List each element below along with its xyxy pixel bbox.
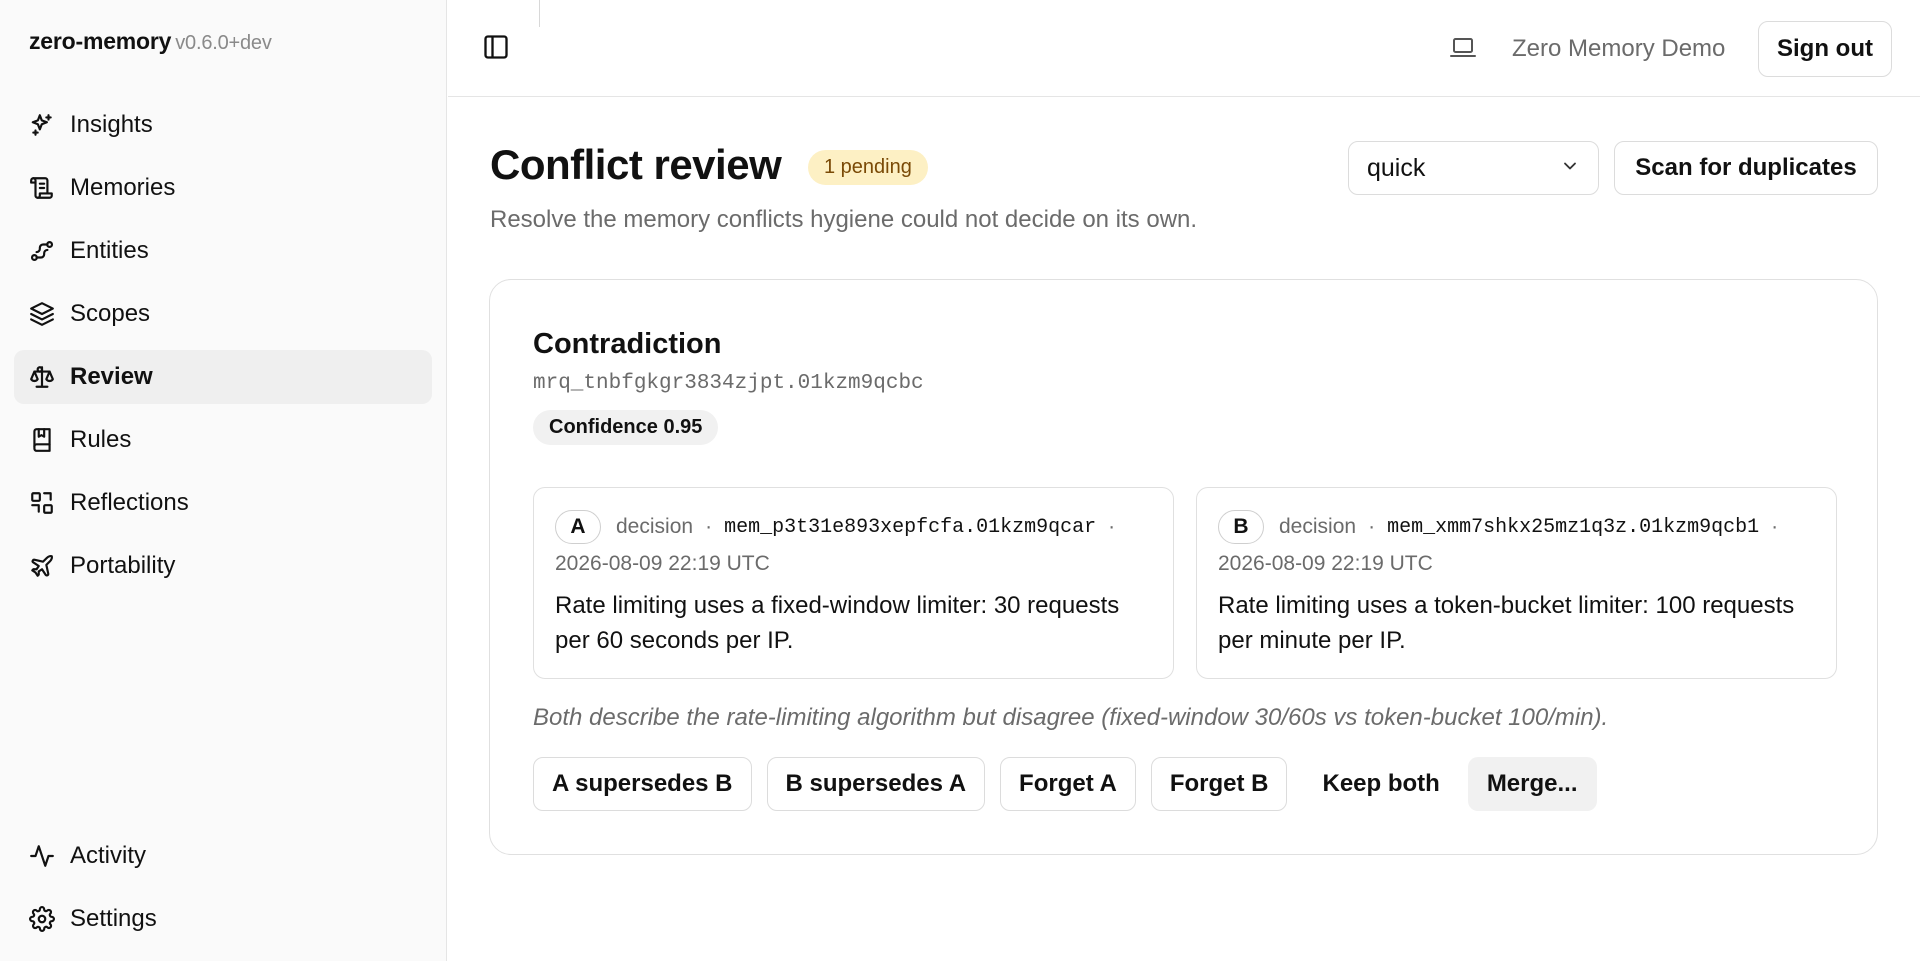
sidebar-item-label: Review bbox=[70, 363, 153, 390]
resolution-actions: A supersedes B B supersedes A Forget A F… bbox=[533, 757, 1612, 811]
sidebar: zero-memory v0.6.0+dev Insights Memories … bbox=[0, 0, 447, 961]
gear-icon bbox=[29, 906, 55, 932]
conflict-rationale: Both describe the rate-limiting algorith… bbox=[533, 704, 1609, 731]
separator-dot: · bbox=[705, 515, 713, 538]
memory-b-header: B decision · mem_xmm7shkx25mz1q3z.01kzm9… bbox=[1218, 510, 1790, 544]
sidebar-item-review[interactable]: Review bbox=[14, 350, 432, 404]
layers-icon bbox=[29, 301, 55, 327]
memory-timestamp: 2026-08-09 22:19 UTC bbox=[1218, 552, 1433, 575]
sidebar-bottom-nav: Activity Settings bbox=[14, 829, 432, 955]
conflict-id: mrq_tnbfgkgr3834zjpt.01kzm9qcbc bbox=[533, 372, 924, 395]
tenant-name: Zero Memory Demo bbox=[1512, 35, 1726, 62]
forget-a-button[interactable]: Forget A bbox=[1000, 757, 1136, 811]
top-bar: Zero Memory Demo Sign out bbox=[448, 0, 1920, 97]
memory-timestamp: 2026-08-09 22:19 UTC bbox=[555, 552, 770, 575]
separator-dot: · bbox=[1108, 515, 1116, 538]
sidebar-item-label: Memories bbox=[70, 174, 176, 201]
sidebar-item-reflections[interactable]: Reflections bbox=[14, 476, 432, 530]
sidebar-item-label: Rules bbox=[70, 426, 132, 453]
separator-dot: · bbox=[1771, 515, 1779, 538]
sidebar-item-rules[interactable]: Rules bbox=[14, 413, 432, 467]
memory-a-card: A decision · mem_p3t31e893xepfcfa.01kzm9… bbox=[533, 487, 1174, 679]
sidebar-item-label: Insights bbox=[70, 111, 153, 138]
sidebar-item-activity[interactable]: Activity bbox=[14, 829, 432, 883]
sidebar-item-label: Entities bbox=[70, 237, 149, 264]
memory-type: decision bbox=[1279, 515, 1357, 538]
memory-b-card: B decision · mem_xmm7shkx25mz1q3z.01kzm9… bbox=[1196, 487, 1837, 679]
app-name: zero-memory bbox=[29, 28, 172, 54]
conflict-kind: Contradiction bbox=[533, 328, 722, 360]
sidebar-item-label: Reflections bbox=[70, 489, 189, 516]
sidebar-toggle-icon[interactable] bbox=[482, 33, 510, 61]
mode-select-value: quick bbox=[1367, 153, 1426, 182]
page-subtitle: Resolve the memory conflicts hygiene cou… bbox=[490, 206, 1198, 233]
separator-dot: · bbox=[1368, 515, 1376, 538]
sparkles-icon bbox=[29, 112, 55, 138]
merge-button[interactable]: Merge... bbox=[1467, 757, 1597, 811]
sidebar-item-entities[interactable]: Entities bbox=[14, 224, 432, 278]
memory-a-header: A decision · mem_p3t31e893xepfcfa.01kzm9… bbox=[555, 510, 1127, 544]
memory-type: decision bbox=[616, 515, 694, 538]
sidebar-item-insights[interactable]: Insights bbox=[14, 98, 432, 152]
sidebar-nav: Insights Memories Entities Scopes Review bbox=[14, 98, 432, 602]
sidebar-item-memories[interactable]: Memories bbox=[14, 161, 432, 215]
laptop-icon bbox=[1449, 36, 1477, 60]
scroll-icon bbox=[29, 175, 55, 201]
b-supersedes-a-button[interactable]: B supersedes A bbox=[766, 757, 986, 811]
sidebar-item-label: Activity bbox=[70, 842, 147, 869]
sign-out-button[interactable]: Sign out bbox=[1758, 21, 1892, 77]
page-title: Conflict review bbox=[490, 141, 782, 188]
scan-duplicates-button[interactable]: Scan for duplicates bbox=[1614, 141, 1878, 195]
memory-id[interactable]: mem_xmm7shkx25mz1q3z.01kzm9qcb1 bbox=[1387, 516, 1759, 539]
sidebar-item-portability[interactable]: Portability bbox=[14, 539, 432, 593]
memory-text: Rate limiting uses a fixed-window limite… bbox=[555, 592, 1120, 654]
chevron-down-icon bbox=[1560, 154, 1580, 183]
plane-icon bbox=[29, 553, 55, 579]
sidebar-item-label: Portability bbox=[70, 552, 176, 579]
sidebar-item-label: Settings bbox=[70, 905, 157, 932]
sidebar-item-label: Scopes bbox=[70, 300, 151, 327]
memory-id[interactable]: mem_p3t31e893xepfcfa.01kzm9qcar bbox=[724, 516, 1096, 539]
sidebar-item-settings[interactable]: Settings bbox=[14, 892, 432, 946]
memory-text: Rate limiting uses a token-bucket limite… bbox=[1218, 592, 1795, 654]
sidebar-item-scopes[interactable]: Scopes bbox=[14, 287, 432, 341]
conflict-card: Contradiction mrq_tnbfgkgr3834zjpt.01kzm… bbox=[489, 279, 1878, 855]
top-divider bbox=[539, 0, 540, 27]
confidence-badge: Confidence 0.95 bbox=[533, 410, 719, 445]
forget-b-button[interactable]: Forget B bbox=[1150, 757, 1288, 811]
activity-icon bbox=[29, 843, 55, 869]
book-icon bbox=[29, 427, 55, 453]
app-brand[interactable]: zero-memory v0.6.0+dev bbox=[29, 28, 272, 55]
memory-letter-badge: A bbox=[555, 510, 601, 544]
network-icon bbox=[29, 238, 55, 264]
mode-select[interactable]: quick bbox=[1348, 141, 1599, 195]
memory-letter-badge: B bbox=[1218, 510, 1264, 544]
keep-both-button[interactable]: Keep both bbox=[1302, 757, 1459, 811]
grid-icon bbox=[29, 490, 55, 516]
pending-badge: 1 pending bbox=[808, 150, 928, 185]
scale-icon bbox=[29, 364, 55, 390]
app-version: v0.6.0+dev bbox=[175, 32, 272, 54]
a-supersedes-b-button[interactable]: A supersedes B bbox=[533, 757, 752, 811]
